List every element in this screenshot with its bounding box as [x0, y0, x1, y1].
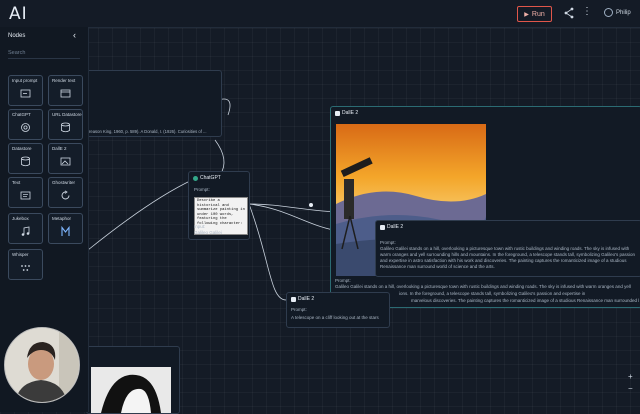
tile-label: Datastore	[12, 146, 32, 151]
dalle-main-header: DallE 2	[335, 110, 358, 116]
m-icon	[61, 226, 70, 236]
tile-chatgpt[interactable]: ChatGPT	[8, 109, 43, 140]
text-node[interactable]: reason King, 1960, p. 589). A Donald, I.…	[70, 70, 222, 137]
zoom-out-button[interactable]: −	[628, 384, 633, 393]
search-input[interactable]	[8, 49, 80, 59]
tile-dalle-2[interactable]: DallE 2	[48, 143, 83, 174]
output-image	[91, 367, 171, 413]
dalle-main-prompt-label: Prompt:	[335, 278, 351, 283]
dalle-overlay-prompt-text: Galileo Galilei stands on a hill, overlo…	[380, 246, 636, 269]
image-icon	[380, 224, 385, 230]
dalle-small-title: DallE 2	[298, 296, 315, 302]
refresh-icon	[61, 190, 70, 200]
music-icon	[21, 226, 30, 236]
dalle-overlay-header: DallE 2	[380, 224, 403, 230]
dots-icon	[21, 265, 30, 271]
text-input-icon	[20, 89, 31, 98]
openai-icon	[21, 123, 30, 132]
dalle-overlay-prompt-label: Prompt:	[380, 240, 396, 245]
image-output-node[interactable]	[86, 346, 180, 414]
tile-render-text[interactable]: Render text	[48, 75, 83, 106]
chatgpt-input-label: Input:	[194, 224, 206, 229]
dalle-small-header: DallE 2	[291, 296, 314, 302]
tile-whisper[interactable]: Whisper	[8, 249, 43, 280]
chatgpt-node-title: ChatGPT	[200, 175, 221, 181]
dalle-small-prompt-text: A telescope on a cliff looking out at th…	[291, 315, 379, 320]
dalle-small-prompt-label: Prompt:	[291, 307, 307, 312]
webcam-overlay	[4, 327, 80, 403]
dalle-main-prompt-text-3: marvelous discoveries. The painting capt…	[411, 298, 639, 303]
chatgpt-node[interactable]: ChatGPT Prompt: Describe a historical an…	[188, 171, 250, 240]
tile-label: Text	[12, 180, 21, 185]
tile-label: Input prompt	[12, 78, 38, 83]
chevron-left-icon[interactable]: ‹	[73, 30, 76, 40]
dalle-main-title: DallE 2	[342, 110, 359, 116]
image-icon	[60, 157, 71, 166]
dalle-main-prompt-text: Galileo Galilei stands on a hill, overlo…	[335, 284, 631, 289]
dalle-node-main[interactable]: DallE 2 Prompt: Galileo Galilei stands o…	[330, 106, 640, 308]
dalle-overlay-title: DallE 2	[387, 224, 404, 230]
render-text-icon	[60, 89, 71, 98]
tile-text[interactable]: Text	[8, 177, 43, 208]
chatgpt-input-value: Galileo Galilei	[194, 230, 222, 235]
image-icon	[291, 296, 296, 302]
chatgpt-node-header: ChatGPT	[193, 175, 221, 181]
image-icon	[335, 110, 340, 116]
zoom-in-button[interactable]: +	[628, 372, 633, 381]
text-node-content: reason King, 1960, p. 589). A Donald, I.…	[89, 129, 207, 134]
tile-jukebox[interactable]: Jukebox	[8, 213, 43, 244]
dalle-main-prompt-text-2: ions. In the foreground, a telescope sta…	[399, 291, 586, 296]
tile-metaphor[interactable]: Metaphor	[48, 213, 83, 244]
tile-label: Render text	[52, 78, 76, 83]
tile-label: Metaphor	[52, 216, 72, 221]
openai-icon	[193, 175, 198, 181]
text-icon	[20, 191, 31, 200]
chatgpt-prompt-label: Prompt:	[194, 187, 210, 192]
tile-label: Jukebox	[12, 216, 29, 221]
tile-ghostwriter[interactable]: Ghostwriter	[48, 177, 83, 208]
tile-url-datastore[interactable]: URL Datastore	[48, 109, 83, 140]
tile-label: DallE 2	[52, 146, 67, 151]
tile-input-prompt[interactable]: Input prompt	[8, 75, 43, 106]
database-icon	[61, 122, 70, 133]
tile-datastore[interactable]: Datastore	[8, 143, 43, 174]
sidebar-title: Nodes	[8, 33, 26, 39]
presenter-video	[5, 328, 79, 402]
tile-label: Ghostwriter	[52, 180, 76, 185]
database-icon	[21, 156, 30, 167]
dalle-node-overlay[interactable]: DallE 2 Prompt: Galileo Galilei stands o…	[375, 220, 640, 277]
tile-label: Whisper	[12, 252, 29, 257]
tile-label: URL Datastore	[52, 112, 82, 117]
dalle-node-small[interactable]: DallE 2 Prompt: A telescope on a cliff l…	[286, 292, 390, 328]
tile-label: ChatGPT	[12, 112, 31, 117]
